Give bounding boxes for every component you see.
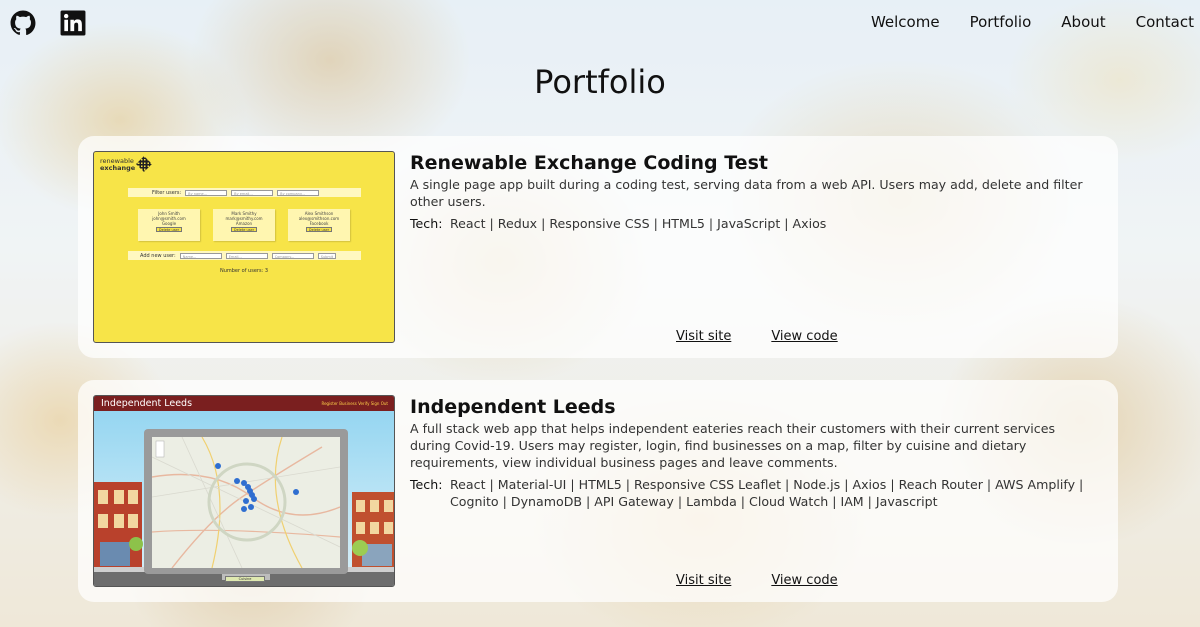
thumb-delete-button: Delete user	[156, 227, 182, 232]
main-nav: Welcome Portfolio About Contact	[871, 13, 1200, 31]
top-bar: Welcome Portfolio About Contact	[0, 0, 1200, 46]
view-code-link[interactable]: View code	[771, 573, 837, 588]
project-title: Independent Leeds	[410, 396, 616, 418]
thumb-input: Company...	[271, 252, 314, 259]
thumb-delete-button: Delete user	[306, 227, 332, 232]
map-illustration	[152, 437, 340, 568]
thumb-header: Independent Leeds Register Business Veri…	[94, 396, 394, 411]
project-title: Renewable Exchange Coding Test	[410, 152, 768, 174]
tech-label: Tech:	[410, 477, 443, 492]
map-screen	[152, 437, 340, 568]
linkedin-link[interactable]	[60, 10, 86, 36]
thumb-user-company: Amazon	[235, 221, 253, 226]
thumb-user-list: John Smith john@smith.com Google Delete …	[138, 209, 350, 241]
thumb-add-bar: Add new user: Name... Email... Company..…	[128, 251, 361, 260]
thumb-header-title: Independent Leeds	[101, 398, 193, 409]
thumb-user-count: Number of users: 3	[219, 268, 269, 274]
project-thumbnail[interactable]: renewable exchange Filter users: By name…	[93, 151, 395, 343]
logo-line2: exchange	[100, 164, 136, 172]
project-body: Independent Leeds A full stack web app t…	[410, 395, 1098, 510]
github-link[interactable]	[10, 10, 36, 36]
project-links: Visit site View code	[676, 573, 838, 588]
thumb-filter-bar: Filter users: By name... By email... By …	[128, 188, 361, 197]
project-tech: Tech: React | Material-UI | HTML5 | Resp…	[410, 476, 1098, 510]
thumb-submit-button: Submit	[317, 252, 336, 259]
thumb-user-card: Mark Smithy mark@smithy.com Amazon Delet…	[213, 209, 275, 241]
project-body: Renewable Exchange Coding Test A single …	[410, 151, 1098, 232]
github-icon	[10, 10, 36, 36]
project-tech: Tech: React | Redux | Responsive CSS | H…	[410, 215, 1098, 232]
project-description: A full stack web app that helps independ…	[410, 421, 1056, 470]
renewable-exchange-logo: renewable exchange	[100, 158, 135, 172]
nav-welcome[interactable]: Welcome	[871, 13, 940, 31]
project-links: Visit site View code	[676, 329, 838, 344]
thumb-header-links: Register Business Verify Sign Out	[321, 401, 388, 406]
page-title: Portfolio	[534, 63, 666, 101]
thumb-input: Email...	[225, 252, 268, 259]
social-links	[10, 10, 86, 36]
thumb-delete-button: Delete user	[231, 227, 257, 232]
linkedin-icon	[60, 10, 86, 36]
thumb-user-company: Facebook	[309, 221, 329, 226]
project-thumbnail[interactable]: Independent Leeds Register Business Veri…	[93, 395, 395, 587]
view-code-link[interactable]: View code	[771, 329, 837, 344]
logo-mark-icon	[136, 156, 152, 172]
project-card-renewable-exchange: renewable exchange Filter users: By name…	[78, 136, 1118, 358]
thumb-input: By email...	[231, 189, 274, 196]
tech-list: React | Material-UI | HTML5 | Responsive…	[450, 477, 1084, 509]
nav-about[interactable]: About	[1061, 13, 1105, 31]
thumb-input: Name...	[179, 252, 222, 259]
thumb-filter-label: Filter users:	[152, 189, 182, 196]
tech-list: React | Redux | Responsive CSS | HTML5 |…	[450, 216, 827, 231]
thumb-cuisine-select: Cuisine	[225, 576, 265, 582]
thumb-add-label: Add new user:	[140, 252, 176, 259]
thumb-user-card: Alex Smithson alex@smithson.com Facebook…	[288, 209, 350, 241]
visit-site-link[interactable]: Visit site	[676, 329, 731, 344]
project-description: A single page app built during a coding …	[410, 177, 1083, 209]
tech-label: Tech:	[410, 216, 443, 231]
thumb-input: By company...	[277, 189, 320, 196]
thumb-user-company: Google	[161, 221, 177, 226]
nav-contact[interactable]: Contact	[1136, 13, 1194, 31]
thumb-user-card: John Smith john@smith.com Google Delete …	[138, 209, 200, 241]
nav-portfolio[interactable]: Portfolio	[970, 13, 1032, 31]
thumb-input: By name...	[185, 189, 228, 196]
project-card-independent-leeds: Independent Leeds Register Business Veri…	[78, 380, 1118, 602]
visit-site-link[interactable]: Visit site	[676, 573, 731, 588]
